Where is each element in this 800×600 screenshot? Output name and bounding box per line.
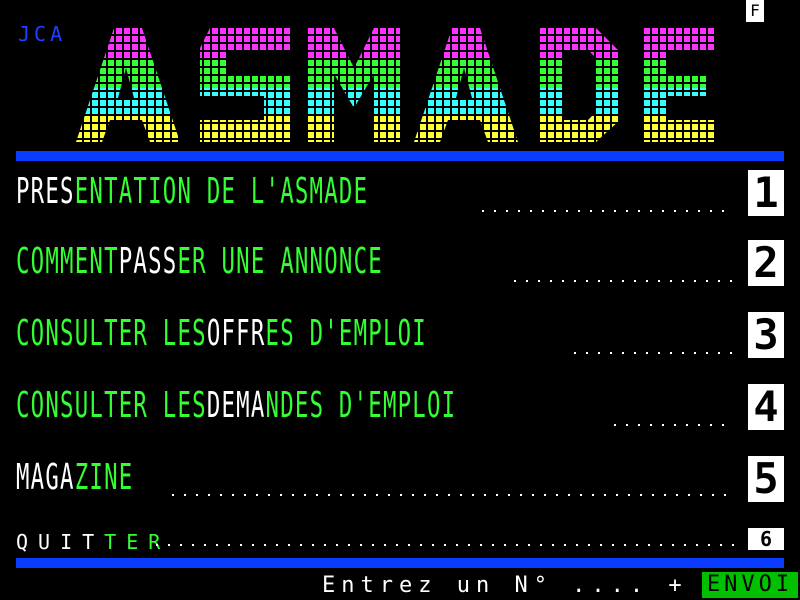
menu-item-label: CONSULTER LES OFFR ES D'EMPLOI: [16, 313, 427, 354]
menu-item-label: CONSULTER LES DEMA NDES D'EMPLOI: [16, 385, 457, 426]
number-key-1[interactable]: 1: [748, 170, 784, 216]
menu-item-demandes-emploi[interactable]: CONSULTER LES DEMA NDES D'EMPLOI: [16, 382, 784, 430]
envoi-button[interactable]: ENVOI: [702, 572, 798, 598]
leader-dots: [482, 210, 734, 212]
leader-dots: [614, 424, 734, 426]
number-key-6[interactable]: 6: [748, 528, 784, 550]
entry-prompt: Entrez un N° .... +: [322, 573, 688, 598]
leader-dots: [574, 352, 734, 354]
footer-bar: Entrez un N° .... + ENVOI: [16, 572, 798, 600]
menu-item-label: QUITTER: [16, 530, 171, 554]
corner-indicator: F: [746, 0, 764, 22]
asmade-logo: [76, 28, 716, 142]
number-key-4[interactable]: 4: [748, 384, 784, 430]
jca-tag: JCA: [18, 22, 67, 46]
number-key-5[interactable]: 5: [748, 456, 784, 502]
menu-item-label: COMMENT PASS ER UNE ANNONCE: [16, 241, 383, 282]
menu-item-passer-annonce[interactable]: COMMENT PASS ER UNE ANNONCE: [16, 238, 784, 286]
menu-item-label: MAGA ZINE: [16, 457, 134, 498]
number-key-2[interactable]: 2: [748, 240, 784, 286]
top-separator: [16, 151, 784, 161]
bottom-separator: [16, 558, 784, 568]
leader-dots: [156, 544, 734, 546]
number-key-3[interactable]: 3: [748, 312, 784, 358]
menu-item-presentation[interactable]: PRES ENTATION DE L'ASMADE: [16, 168, 784, 216]
leader-dots: [514, 280, 734, 282]
menu-item-offres-emploi[interactable]: CONSULTER LES OFFR ES D'EMPLOI: [16, 310, 784, 358]
leader-dots: [172, 494, 734, 496]
menu-item-quitter[interactable]: QUITTER: [16, 522, 784, 554]
menu-item-label: PRES ENTATION DE L'ASMADE: [16, 171, 369, 212]
